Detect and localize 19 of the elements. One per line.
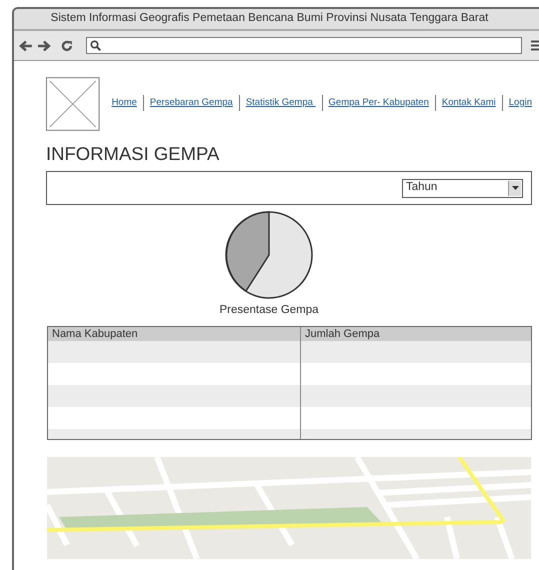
back-icon[interactable] bbox=[19, 40, 33, 52]
nav-link[interactable]: Statistik Gempa bbox=[246, 96, 316, 110]
page-heading: INFORMASI GEMPA bbox=[46, 143, 220, 165]
address-field[interactable] bbox=[86, 37, 522, 54]
nav-link[interactable]: Kontak Kami bbox=[442, 96, 496, 110]
nav-link[interactable]: Gempa Per- Kabupaten bbox=[328, 96, 429, 110]
logo-placeholder bbox=[46, 75, 100, 133]
caret-icon bbox=[512, 186, 518, 190]
nav-link[interactable]: Login bbox=[508, 96, 532, 110]
nav-link[interactable]: Home bbox=[112, 96, 137, 110]
year-dropdown[interactable]: Tahun bbox=[402, 178, 523, 198]
search-icon bbox=[90, 40, 100, 51]
column-header: Jumlah Gempa bbox=[304, 327, 381, 342]
reload-icon[interactable] bbox=[60, 40, 72, 52]
forward-icon[interactable] bbox=[36, 40, 51, 52]
nav-link[interactable]: Persebaran Gempa bbox=[150, 96, 233, 110]
menu-icon[interactable] bbox=[531, 40, 539, 51]
window-title: Sistem Informasi Geografis Pemetaan Bencana Bumi Provinsi Nusata Tenggara Barat bbox=[50, 11, 488, 26]
chart-caption: Presentase Gempa bbox=[219, 303, 319, 318]
